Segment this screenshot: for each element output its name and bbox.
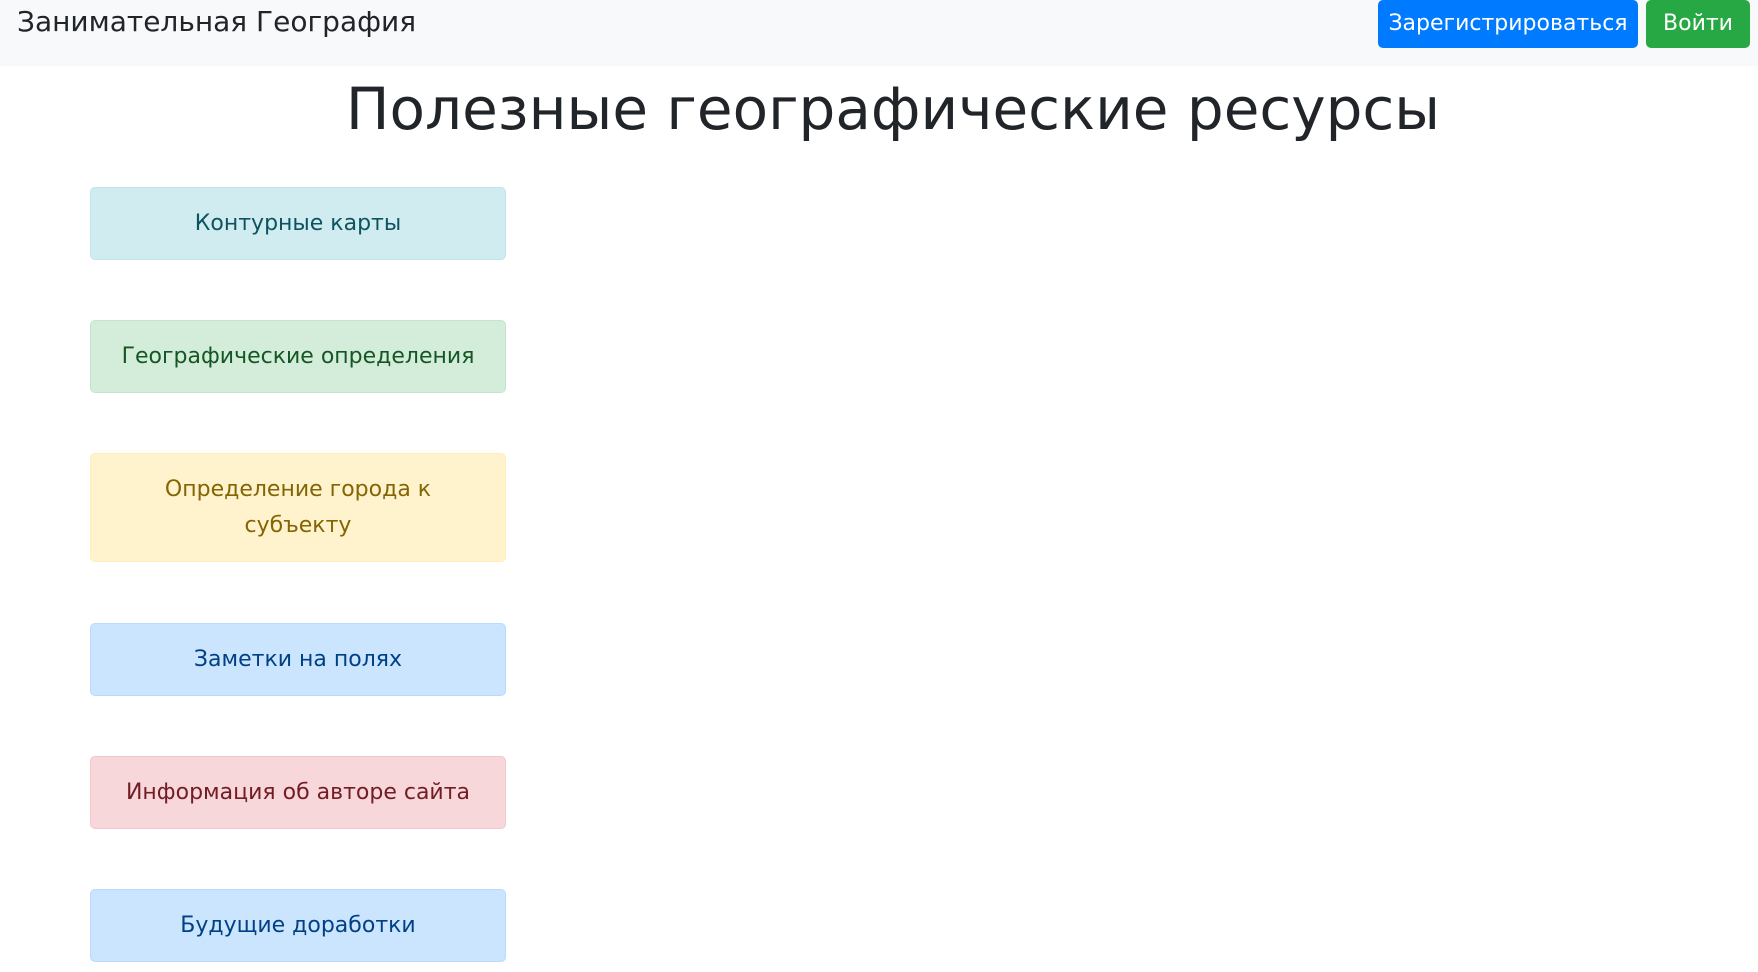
resource-label: Определение города к субъекту bbox=[164, 476, 432, 538]
page-title: Полезные географические ресурсы bbox=[345, 75, 1441, 143]
resource-label: Заметки на полях bbox=[193, 646, 403, 672]
resource-geographic-definitions-button[interactable]: Географические определения bbox=[90, 320, 506, 393]
resource-author-info-button[interactable]: Информация об авторе сайта bbox=[90, 756, 506, 829]
resource-city-to-subject-button[interactable]: Определение города к субъекту bbox=[90, 453, 506, 562]
resource-label: Географические определения bbox=[121, 343, 475, 369]
resource-margin-notes-button[interactable]: Заметки на полях bbox=[90, 623, 506, 696]
resource-future-improvements-button[interactable]: Будущие доработки bbox=[90, 889, 506, 962]
register-button[interactable]: Зарегистрироваться bbox=[1378, 0, 1638, 48]
navbar: Занимательная География Зарегистрировать… bbox=[0, 0, 1758, 66]
site-brand-link[interactable]: Занимательная География bbox=[17, 4, 416, 40]
resource-label: Будущие доработки bbox=[180, 912, 416, 938]
resource-label: Контурные карты bbox=[194, 210, 402, 236]
resource-contour-maps-button[interactable]: Контурные карты bbox=[90, 187, 506, 260]
resource-label: Информация об авторе сайта bbox=[125, 779, 471, 805]
login-button[interactable]: Войти bbox=[1646, 0, 1750, 48]
